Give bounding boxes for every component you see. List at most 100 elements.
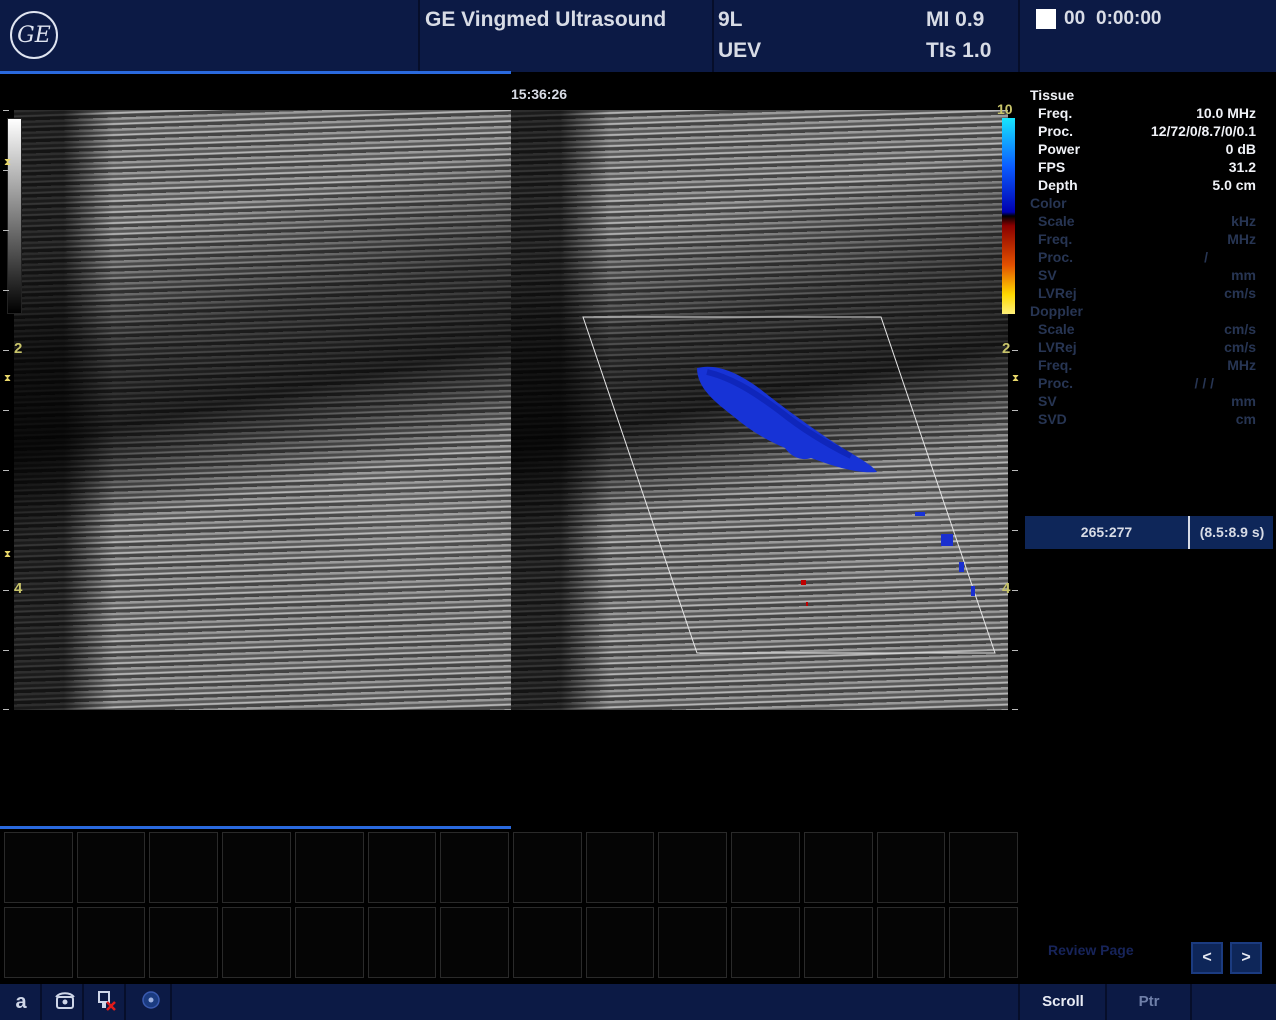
tissue-row-label: FPS [1038,159,1066,175]
color-flow-speck [806,602,808,606]
tissue-row-label: Freq. [1038,105,1073,121]
color-doppler-image-right[interactable] [511,110,1008,710]
a-icon[interactable]: a [6,990,36,1014]
color-flow-speck [971,586,975,596]
thumbnail-slot[interactable] [222,832,291,903]
doppler-row-value: mm [1231,393,1256,409]
depth-tick [3,290,9,291]
taskbar-divider [1105,984,1107,1020]
color-row-value: mm [1231,267,1256,283]
clipboard-thumbnail-grid [4,832,1018,978]
depth-tick [1012,590,1018,591]
tissue-row-label: Power [1038,141,1081,157]
disc-icon[interactable] [136,990,166,1014]
thumbnail-slot[interactable] [149,832,219,903]
thumbnail-slot[interactable] [367,907,437,978]
cine-frame-range: 265:277 [1080,524,1133,540]
thumbnail-slot[interactable] [731,907,800,978]
color-row-label: Freq. [1038,231,1073,247]
depth-tick [1012,650,1018,651]
thumbnail-slot[interactable] [949,832,1018,903]
thumbnail-slot[interactable] [294,832,364,903]
thumbnail-slot[interactable] [731,832,800,903]
doppler-row: SV mm [1030,392,1270,410]
cine-loop-bar[interactable]: 265:277 (8.5:8.9 s) [1025,516,1273,549]
tissue-row: Freq. 10.0 MHz [1030,104,1270,122]
phone-icon[interactable] [50,990,80,1014]
bmode-image-left[interactable] [14,110,511,710]
doppler-row: Scale cm/s [1030,320,1270,338]
color-section-title: Color [1030,195,1067,211]
thumbnail-slot[interactable] [294,907,364,978]
color-flow-speck [941,534,953,546]
thumbnail-slot[interactable] [513,907,582,978]
tissue-section-title: Tissue [1030,87,1075,103]
depth-label-right: 4 [1002,580,1011,597]
color-flow-speck [915,512,925,516]
header-divider [712,0,714,72]
thumbnail-slot[interactable] [876,907,946,978]
doppler-row-label: Proc. [1038,375,1074,391]
taskbar-divider [170,984,172,1020]
doppler-row-value: MHz [1227,357,1256,373]
thumbnail-slot[interactable] [76,832,146,903]
color-row-value: cm/s [1224,285,1256,301]
taskbar-divider [82,984,84,1020]
thumbnail-slot[interactable] [222,907,291,978]
header-divider [418,0,420,72]
doppler-row: Proc. / / / [1030,374,1270,392]
depth-label-right: 2 [1002,340,1011,357]
thumbnail-slot[interactable] [585,907,655,978]
depth-tick [3,170,9,171]
tissue-row-value: 5.0 cm [1212,177,1256,193]
color-row-label: LVRej [1038,285,1077,301]
review-page-label[interactable]: Review Page [1048,942,1134,958]
focus-marker-icon[interactable]: ⧗ [1012,373,1019,384]
doppler-row-label: LVRej [1038,339,1077,355]
depth-tick [1012,530,1018,531]
depth-tick [3,410,9,411]
depth-tick [3,350,9,351]
parameter-panel: Tissue Freq. 10.0 MHz Proc. 12/72/0/8.7/0/… [1030,86,1270,428]
thumbnail-slot[interactable] [658,832,728,903]
color-row: LVRej cm/s [1030,284,1270,302]
bottom-taskbar: a Scroll Ptr [0,984,1276,1020]
image-timestamp: 15:36:26 [511,86,568,102]
depth-tick [3,110,9,111]
ptr-button[interactable]: Ptr [1108,984,1190,1020]
thumbnail-slot[interactable] [76,907,146,978]
thumbnail-slot[interactable] [949,907,1018,978]
cine-clock: 0:00:00 [1096,8,1162,29]
thumbnail-slot[interactable] [440,832,509,903]
thumbnail-slot[interactable] [585,832,655,903]
color-row: SV mm [1030,266,1270,284]
color-row-label: SV [1038,267,1057,283]
thumbnail-slot[interactable] [658,907,728,978]
network-error-icon[interactable] [92,990,122,1014]
focus-marker-icon[interactable]: ⧗ [4,157,11,168]
thumbnail-slot[interactable] [803,907,873,978]
scroll-button[interactable]: Scroll [1022,984,1104,1020]
thumbnail-slot[interactable] [4,907,73,978]
depth-tick [3,709,9,710]
doppler-row: Freq. MHz [1030,356,1270,374]
focus-marker-icon[interactable]: ⧗ [4,373,11,384]
prev-page-button[interactable]: < [1191,942,1223,974]
thumbnail-slot[interactable] [149,907,219,978]
thumbnail-slot[interactable] [4,832,73,903]
thumbnail-slot[interactable] [513,832,582,903]
doppler-row: SVD cm [1030,410,1270,428]
thumbnail-slot[interactable] [367,832,437,903]
tissue-row-value: 0 dB [1225,141,1256,157]
bmode-texture [14,110,511,710]
focus-marker-icon[interactable]: ⧗ [4,549,11,560]
thumbnail-slot[interactable] [440,907,509,978]
color-flow-speck [959,562,964,572]
thumbnail-slot[interactable] [803,832,873,903]
next-page-button[interactable]: > [1230,942,1262,974]
taskbar-divider [1190,984,1192,1020]
color-row: Freq. MHz [1030,230,1270,248]
tissue-row-label: Proc. [1038,123,1074,139]
depth-tick [3,230,9,231]
thumbnail-slot[interactable] [876,832,946,903]
